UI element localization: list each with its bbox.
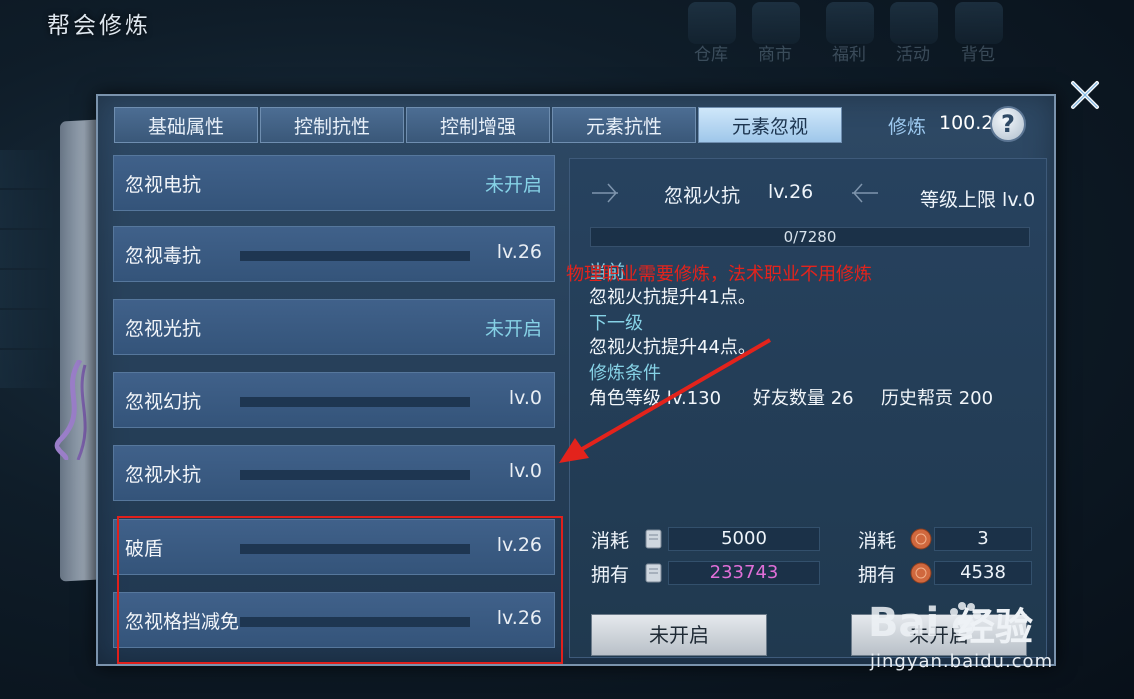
ribbon-decoration [54,360,87,460]
watermark-text: 经验 [957,605,1034,649]
tab-basic-attributes[interactable]: 基础属性 [114,107,258,143]
skill-progress-bar [240,397,470,407]
bg-label: 福利 [832,45,866,65]
consume-label: 消耗 [591,530,630,552]
scroll-own-value: 233743 [668,561,820,585]
annotation-arrow [559,338,772,463]
consume-label: 消耗 [858,530,897,552]
skill-row-poison[interactable]: 忽视毒抗 lv.26 [113,226,555,282]
skill-row-water[interactable]: 忽视水抗 lv.0 [113,445,555,501]
skill-row-light[interactable]: 忽视光抗 未开启 [113,299,555,355]
warehouse-icon [688,2,736,44]
condition-contribution: 历史帮贡 200 [881,388,994,409]
detail-skill-name: 忽视火抗 [664,185,741,207]
bg-label: 背包 [961,45,995,65]
background-hud: 仓库 商市 福利 活动 背包 [0,0,1134,100]
page-title: 帮会修炼 [47,13,151,39]
scroll-consume-value: 5000 [668,527,820,551]
skill-level: lv.0 [508,387,542,409]
skill-row-illusion[interactable]: 忽视幻抗 lv.0 [113,372,555,428]
level-cap: 等级上限 lv.0 [920,189,1036,211]
skill-name: 忽视毒抗 [125,245,202,267]
skill-row-electric[interactable]: 忽视电抗 未开启 [113,155,555,211]
bg-label: 商市 [758,45,792,65]
cultivation-value: 100.2 [939,112,994,134]
skill-status: 未开启 [484,174,542,196]
tab-element-resist[interactable]: 元素抗性 [552,107,696,143]
cultivation-label: 修炼 [888,116,927,138]
skill-status: 未开启 [484,318,542,340]
shop-icon [752,2,800,44]
skill-level: lv.26 [496,241,542,263]
scroll-icon [645,563,662,583]
detail-header: 忽视火抗 lv.26 [590,176,880,210]
annotation-text: 物理职业需要修炼，法术职业不用修炼 [566,264,872,285]
tab-control-enhance[interactable]: 控制增强 [406,107,550,143]
activity-icon [890,2,938,44]
own-label: 拥有 [591,564,630,586]
annotation-highlight-box [117,516,563,664]
bag-icon [955,2,1003,44]
skill-progress-bar [240,470,470,480]
bg-label: 活动 [896,45,930,65]
coin-icon [910,528,932,550]
watermark-url: jingyan.baidu.com [870,651,1054,672]
tab-bar: 基础属性 控制抗性 控制增强 元素抗性 元素忽视 [114,107,844,144]
skill-name: 忽视电抗 [125,174,202,196]
skill-name: 忽视幻抗 [125,391,202,413]
skill-progress-bar [240,251,470,261]
skill-level: lv.0 [508,460,542,482]
svg-text:Bai: Bai [868,600,939,646]
exp-text: 0/7280 [783,228,837,246]
ornament-right-icon [852,183,878,203]
skill-name: 忽视光抗 [125,318,202,340]
detail-skill-level: lv.26 [768,181,814,203]
bg-label: 仓库 [694,45,728,65]
scroll-icon [645,529,662,549]
welfare-icon [826,2,874,44]
ornament-left-icon [592,183,618,203]
coin-consume-value: 3 [934,527,1032,551]
current-text: 忽视火抗提升41点。 [589,287,756,308]
help-icon[interactable]: ? [990,106,1026,142]
tab-control-resist[interactable]: 控制抗性 [260,107,404,143]
close-icon[interactable] [1068,78,1102,112]
tab-element-ignore[interactable]: 元素忽视 [698,107,842,143]
skill-name: 忽视水抗 [125,464,202,486]
activate-button-left[interactable]: 未开启 [591,614,767,656]
